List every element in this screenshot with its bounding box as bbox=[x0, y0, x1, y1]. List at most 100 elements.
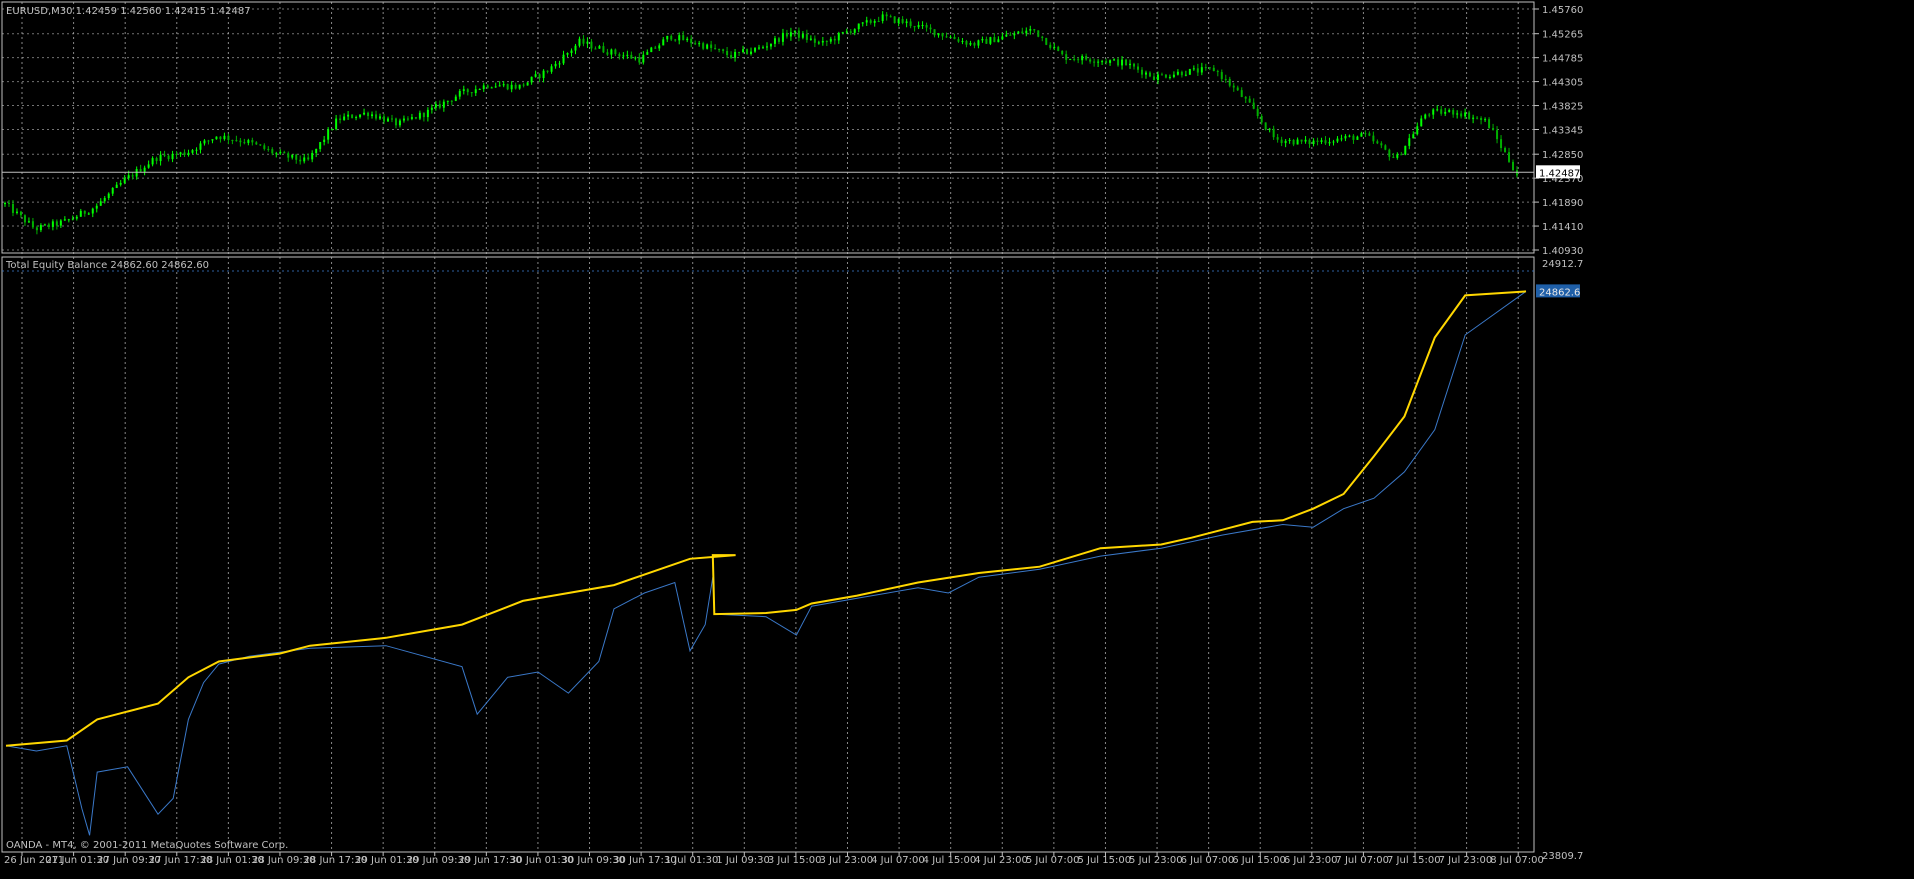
candle-body bbox=[1280, 139, 1283, 144]
candle-body bbox=[566, 53, 569, 55]
candle-body bbox=[618, 54, 621, 57]
candle-body bbox=[1308, 139, 1311, 145]
candle-body bbox=[1065, 54, 1068, 60]
candle-body bbox=[462, 89, 465, 91]
candle-body bbox=[718, 49, 721, 51]
candle-body bbox=[1268, 128, 1271, 130]
candle-body bbox=[658, 45, 661, 49]
candle-body bbox=[921, 25, 924, 27]
time-tick-label: 7 Jul 23:00 bbox=[1439, 855, 1493, 866]
candle-body bbox=[107, 193, 110, 199]
chart-window[interactable]: 1.45760 1.45265 1.44785 1.44305 1.43825 1.433… bbox=[0, 0, 1914, 875]
candle-body bbox=[1380, 143, 1383, 146]
candle-body bbox=[339, 118, 342, 120]
candle-body bbox=[1324, 140, 1327, 144]
candle-body bbox=[203, 140, 206, 144]
candle-body bbox=[849, 31, 852, 33]
candle-body bbox=[957, 39, 960, 42]
candle-body bbox=[853, 29, 856, 33]
candle-body bbox=[1013, 33, 1016, 36]
time-tick-label: 7 Jul 15:00 bbox=[1387, 855, 1441, 866]
candle-body bbox=[1025, 30, 1028, 34]
candle-body bbox=[39, 225, 42, 231]
candle-body bbox=[929, 27, 932, 30]
candle-body bbox=[610, 49, 613, 55]
candle-body bbox=[997, 39, 1000, 43]
candle-body bbox=[690, 38, 693, 44]
candle-body bbox=[1320, 140, 1323, 142]
candle-body bbox=[905, 21, 908, 24]
chart-canvas[interactable]: 1.45760 1.45265 1.44785 1.44305 1.43825 1.433… bbox=[0, 0, 1914, 875]
candle-body bbox=[630, 54, 633, 59]
candle-body bbox=[127, 175, 130, 179]
candle-body bbox=[1117, 59, 1120, 66]
candle-body bbox=[478, 89, 481, 91]
candle-body bbox=[1432, 109, 1435, 115]
candle-body bbox=[323, 139, 326, 143]
candle-body bbox=[1304, 139, 1307, 142]
candle-body bbox=[706, 44, 709, 49]
candle-body bbox=[67, 219, 70, 221]
candle-body bbox=[1384, 145, 1387, 150]
candle-body bbox=[590, 41, 593, 49]
candle-body bbox=[758, 47, 761, 49]
candle-body bbox=[263, 145, 266, 149]
candle-body bbox=[351, 114, 354, 119]
price-tick-label: 1.41890 bbox=[1542, 198, 1583, 209]
candle-body bbox=[538, 74, 541, 79]
candle-body bbox=[259, 144, 262, 146]
candle-body bbox=[422, 112, 425, 118]
candle-body bbox=[1029, 29, 1032, 31]
candle-body bbox=[686, 38, 689, 41]
time-tick-label: 6 Jul 23:00 bbox=[1284, 855, 1338, 866]
time-tick-label: 5 Jul 15:00 bbox=[1077, 855, 1131, 866]
candle-body bbox=[1208, 67, 1211, 69]
candle-body bbox=[1033, 29, 1036, 31]
candle-body bbox=[518, 84, 521, 89]
candle-body bbox=[1412, 134, 1415, 139]
candle-body bbox=[742, 49, 745, 53]
candle-body bbox=[841, 32, 844, 34]
candle-body bbox=[1504, 147, 1507, 153]
candle-body bbox=[1408, 138, 1411, 146]
candle-body bbox=[769, 43, 772, 47]
candle-body bbox=[586, 41, 589, 44]
candle-body bbox=[482, 85, 485, 90]
candle-body bbox=[434, 104, 437, 108]
candle-body bbox=[231, 140, 234, 142]
candle-body bbox=[159, 154, 162, 162]
candle-body bbox=[275, 153, 278, 155]
candle-body bbox=[59, 220, 62, 226]
candle-body bbox=[390, 118, 393, 120]
candle-body bbox=[726, 50, 729, 56]
candle-body bbox=[634, 57, 637, 59]
candle-body bbox=[1476, 117, 1479, 119]
time-tick-label: 3 Jul 23:00 bbox=[819, 855, 873, 866]
candle-body bbox=[1344, 136, 1347, 139]
candle-body bbox=[714, 47, 717, 50]
candle-body bbox=[1168, 76, 1171, 78]
candle-body bbox=[454, 96, 457, 101]
candle-body bbox=[1001, 36, 1004, 40]
candle-body bbox=[602, 46, 605, 53]
current-equity-label: 24862.6 bbox=[1539, 287, 1580, 298]
candle-body bbox=[474, 89, 477, 94]
candle-body bbox=[534, 74, 537, 77]
candle-body bbox=[1160, 74, 1163, 76]
candle-body bbox=[865, 20, 868, 23]
candle-body bbox=[622, 55, 625, 57]
candle-body bbox=[7, 203, 10, 205]
candle-body bbox=[1416, 126, 1419, 135]
candle-body bbox=[430, 107, 433, 110]
chart-background bbox=[0, 0, 1914, 875]
candle-body bbox=[734, 51, 737, 58]
candle-body bbox=[754, 48, 757, 52]
candle-body bbox=[514, 84, 517, 89]
candle-body bbox=[574, 45, 577, 51]
candle-body bbox=[877, 20, 880, 22]
candle-body bbox=[626, 54, 629, 56]
candle-body bbox=[993, 37, 996, 43]
candle-body bbox=[446, 100, 449, 102]
candle-body bbox=[347, 114, 350, 117]
candle-body bbox=[95, 205, 98, 209]
